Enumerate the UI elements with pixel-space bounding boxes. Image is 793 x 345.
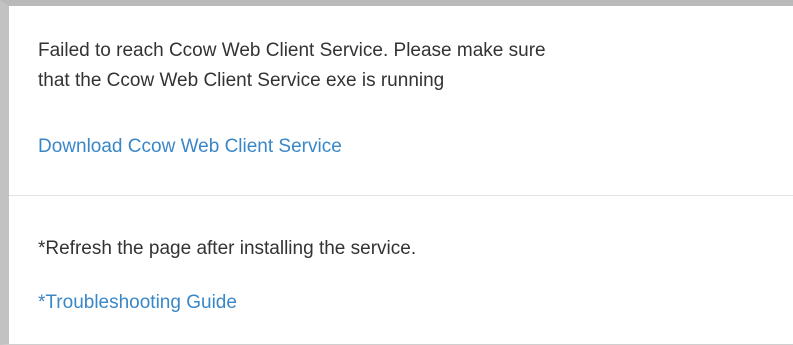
ccow-error-dialog: Failed to reach Ccow Web Client Service.… <box>0 0 793 345</box>
help-section: *Refresh the page after installing the s… <box>9 196 793 344</box>
error-message-line-2: that the Ccow Web Client Service exe is … <box>38 70 445 91</box>
download-service-link[interactable]: Download Ccow Web Client Service <box>38 135 342 159</box>
error-message-line-1: Failed to reach Ccow Web Client Service.… <box>38 40 546 61</box>
troubleshooting-guide-link[interactable]: *Troubleshooting Guide <box>38 291 237 315</box>
error-message: Failed to reach Ccow Web Client Service.… <box>38 36 778 96</box>
refresh-note: *Refresh the page after installing the s… <box>38 238 417 259</box>
error-message-section: Failed to reach Ccow Web Client Service.… <box>9 6 793 195</box>
